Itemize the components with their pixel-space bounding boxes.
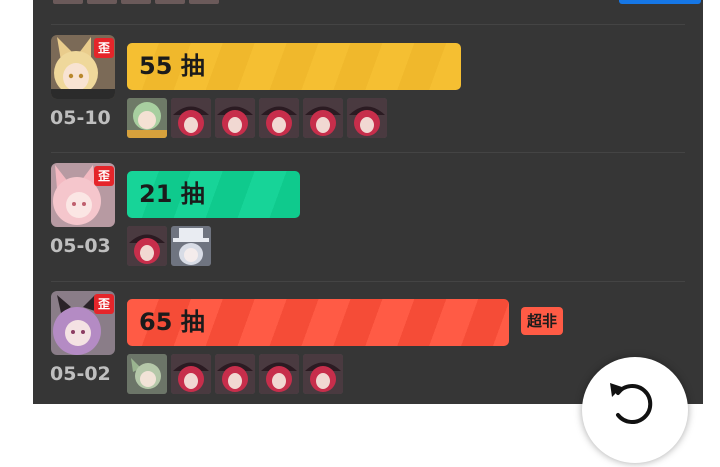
pulled-operators [127,226,211,266]
pull-count-label: 55 抽 [139,43,205,90]
pulled-operators [127,98,387,138]
row-divider [51,281,685,282]
pull-date: 05-02 [50,363,111,385]
pull-count-label: 65 抽 [139,299,205,346]
crimson-hat-operator-icon [347,98,387,138]
crimson-hat-operator-icon [303,354,343,394]
pull-row: 歪 05-10 55 抽 [33,35,703,163]
off-banner-badge: 歪 [94,38,114,58]
green-haired-operator-icon [127,354,167,394]
crimson-hat-operator-icon [215,354,255,394]
refresh-icon [610,383,653,424]
crimson-hat-operator-icon [215,98,255,138]
crimson-hat-operator-icon [259,98,299,138]
pity-progress-bar: 55 抽 [127,43,461,90]
pull-unit: 抽 [180,308,205,336]
white-hat-operator-icon [171,226,211,266]
crimson-hat-operator-icon [171,354,211,394]
very-unlucky-tag: 超非 [521,307,564,335]
pulled-operators [127,354,343,394]
pull-unit: 抽 [180,180,205,208]
lime-haired-operator-icon [127,98,167,138]
pull-count: 65 [139,308,173,336]
pull-count: 55 [139,52,173,80]
crimson-hat-operator-icon [171,98,211,138]
crimson-hat-operator-icon [127,226,167,266]
row-divider [51,24,685,25]
pity-progress-bar: 65 抽 [127,299,509,346]
off-banner-badge: 歪 [94,294,114,314]
pull-count-label: 21 抽 [139,171,205,218]
crimson-hat-operator-icon [259,354,299,394]
page-margin [0,0,18,404]
crimson-hat-operator-icon [303,98,343,138]
pull-date: 05-10 [50,107,111,129]
pull-history-panel: 歪 05-10 55 抽 歪 05-03 21 抽 歪 05-02 65 抽 超… [33,0,703,404]
previous-row-icons [53,0,219,4]
pull-count: 21 [139,180,173,208]
row-divider [51,152,685,153]
off-banner-badge: 歪 [94,166,114,186]
blue-action-button[interactable] [619,0,701,4]
pull-row: 歪 05-03 21 抽 [33,163,703,291]
refresh-button[interactable] [582,357,688,463]
pull-unit: 抽 [180,52,205,80]
pity-progress-bar: 21 抽 [127,171,300,218]
pull-date: 05-03 [50,235,111,257]
